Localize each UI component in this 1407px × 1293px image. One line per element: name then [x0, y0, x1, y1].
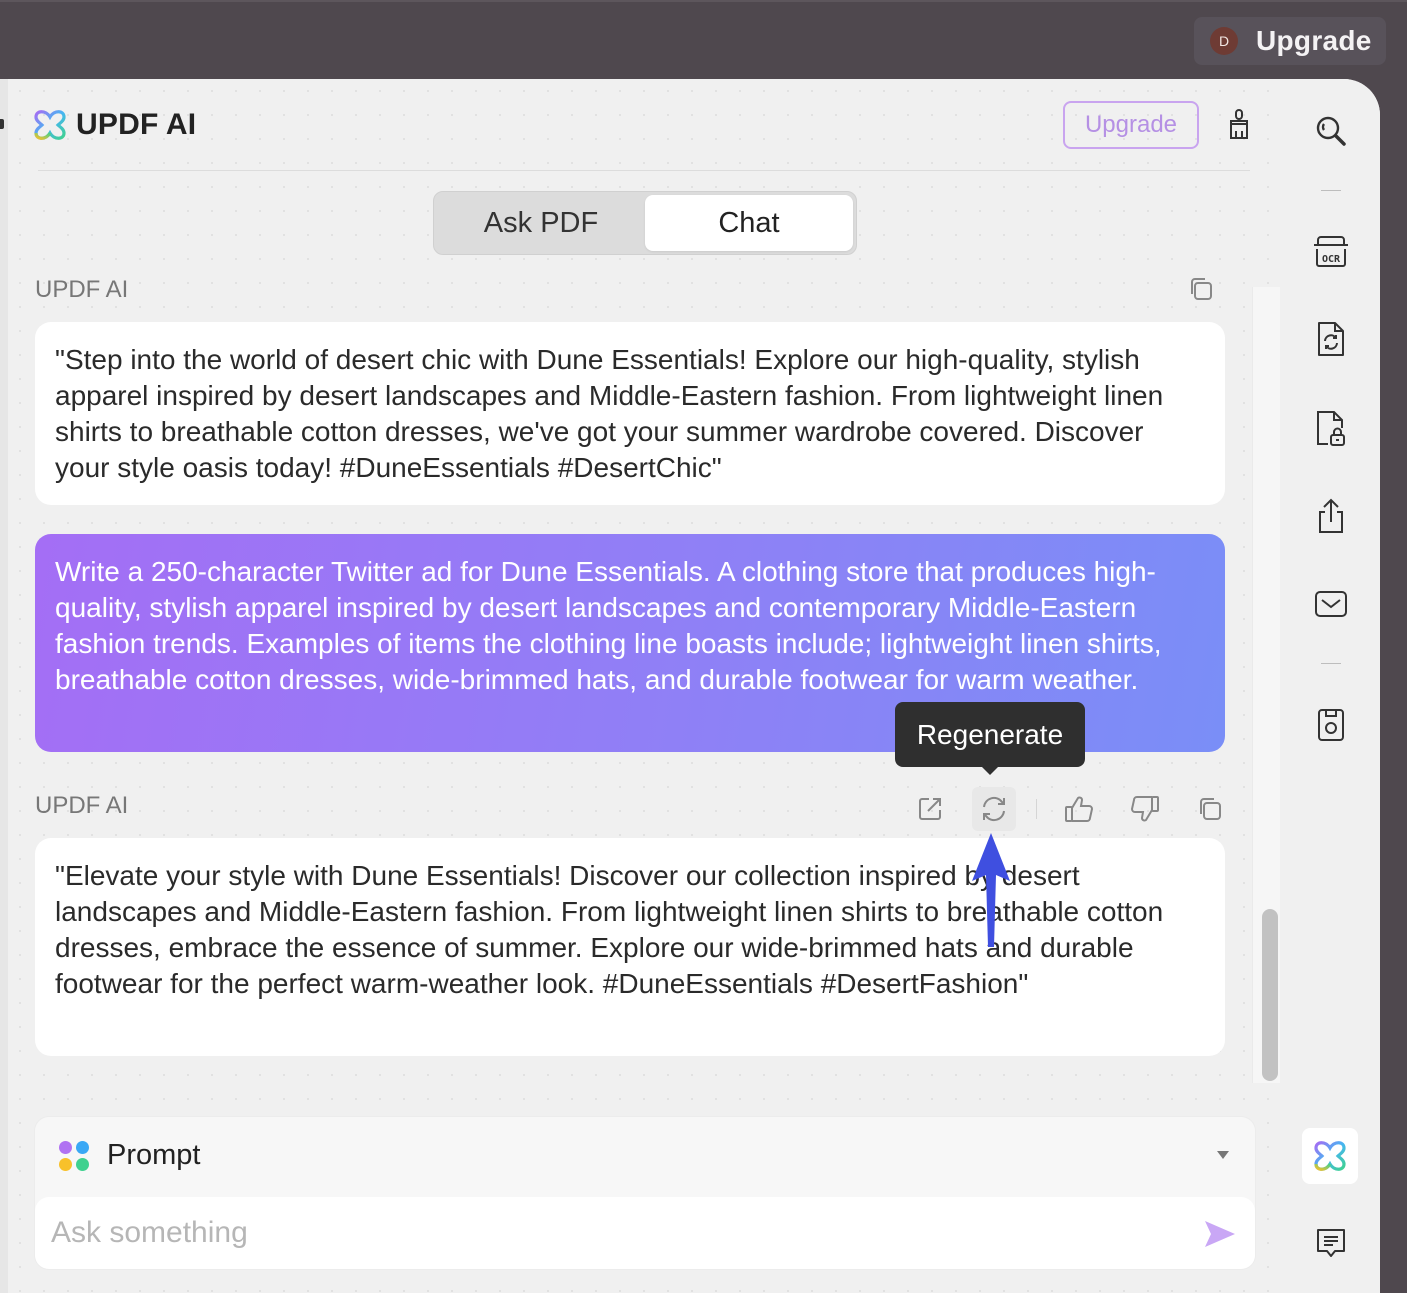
ai-panel: UPDF AI Upgrade Ask PDF Chat UPDF AI "St… — [0, 79, 1380, 1293]
panel-left-edge — [0, 79, 8, 1293]
clear-chat-brush-icon[interactable] — [1222, 107, 1256, 143]
thumbs-down-icon — [1130, 796, 1159, 822]
regenerate-button[interactable] — [972, 787, 1016, 831]
ai-message: "Elevate your style with Dune Essentials… — [35, 838, 1225, 1056]
share-icon — [1319, 498, 1343, 533]
action-divider — [1036, 799, 1037, 819]
upgrade-button[interactable]: Upgrade — [1063, 101, 1199, 149]
protect-button[interactable] — [1312, 408, 1350, 448]
brand: UPDF AI — [32, 107, 196, 143]
account-upgrade-button[interactable]: D Upgrade — [1194, 17, 1386, 65]
copy-icon — [1200, 798, 1221, 820]
share-button[interactable] — [1312, 496, 1350, 536]
mode-tabs: Ask PDF Chat — [433, 191, 857, 255]
scrollbar-thumb[interactable] — [1262, 909, 1278, 1081]
toolbar-separator — [1321, 663, 1341, 664]
prompt-dots-icon — [59, 1140, 89, 1171]
tab-chat[interactable]: Chat — [645, 195, 853, 251]
thumbs-up-icon — [1065, 796, 1094, 822]
search-icon — [1316, 116, 1346, 146]
ocr-button[interactable]: OCR — [1312, 232, 1350, 272]
ask-input[interactable] — [35, 1197, 1255, 1269]
like-button[interactable] — [1057, 787, 1101, 831]
svg-text:OCR: OCR — [1322, 254, 1341, 265]
message-actions — [908, 787, 1231, 831]
window-top-bar: D Upgrade — [0, 0, 1407, 80]
tab-ask-pdf[interactable]: Ask PDF — [437, 195, 645, 251]
brand-name: UPDF AI — [76, 108, 197, 141]
search-button[interactable] — [1312, 111, 1350, 151]
chat-header: UPDF AI Upgrade — [8, 79, 1282, 171]
save-icon — [1318, 709, 1344, 741]
email-button[interactable] — [1312, 584, 1350, 624]
ai-message: "Step into the world of desert chic with… — [35, 322, 1225, 505]
prompt-label: Prompt — [107, 1139, 201, 1171]
avatar: D — [1210, 27, 1238, 55]
message-sender-label: UPDF AI — [35, 792, 129, 819]
chevron-down-icon[interactable] — [1217, 1151, 1229, 1159]
toolbar-separator — [1321, 190, 1341, 191]
chat-area: UPDF AI Upgrade Ask PDF Chat UPDF AI "St… — [8, 79, 1282, 1293]
message-sender-label: UPDF AI — [35, 276, 129, 303]
copy-button[interactable] — [1187, 787, 1231, 831]
export-button[interactable] — [908, 787, 952, 831]
comment-icon — [1317, 1229, 1345, 1257]
regenerate-icon — [983, 796, 1005, 822]
comment-button[interactable] — [1312, 1223, 1350, 1263]
regenerate-tooltip: Regenerate — [895, 702, 1085, 775]
send-icon[interactable] — [1203, 1219, 1237, 1249]
right-toolbar: OCR — [1282, 79, 1380, 1293]
protect-file-icon — [1317, 411, 1345, 446]
email-icon — [1315, 591, 1347, 617]
account-upgrade-label: Upgrade — [1256, 25, 1372, 56]
prompt-composer: Prompt — [35, 1117, 1255, 1269]
resize-handle[interactable] — [0, 119, 4, 129]
ocr-icon: OCR — [1314, 236, 1348, 267]
updf-ai-button[interactable] — [1302, 1128, 1358, 1184]
convert-file-icon — [1318, 322, 1344, 356]
prompt-selector[interactable]: Prompt — [59, 1139, 200, 1172]
dislike-button[interactable] — [1123, 787, 1167, 831]
external-link-icon — [919, 798, 941, 820]
updf-ai-icon — [1314, 1141, 1346, 1171]
save-button[interactable] — [1312, 705, 1350, 745]
convert-button[interactable] — [1312, 319, 1350, 359]
updf-ai-logo-icon — [34, 110, 66, 140]
copy-icon[interactable] — [1184, 273, 1216, 305]
header-divider — [38, 170, 1250, 171]
